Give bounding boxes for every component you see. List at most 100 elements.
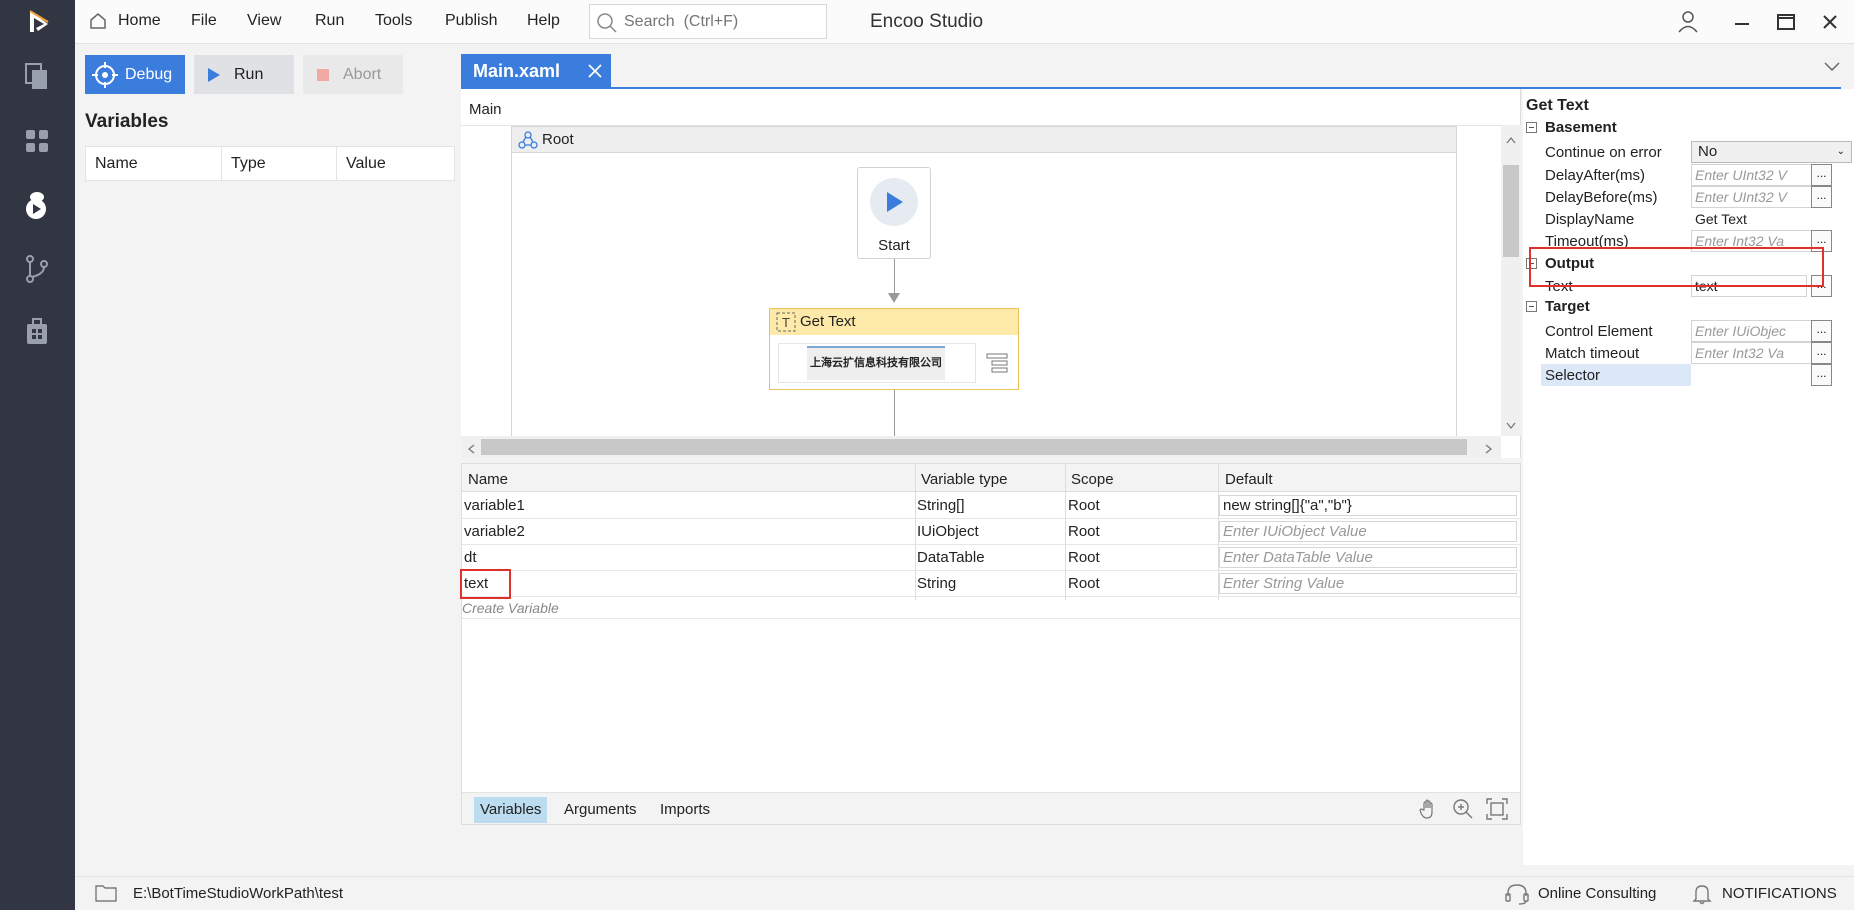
prop-selector-value[interactable]: ...: [1691, 364, 1852, 386]
delay-before-input[interactable]: Enter UInt32 V: [1691, 186, 1830, 208]
table-row[interactable]: variable2 IUiObject Root Enter IUiObject…: [462, 519, 1520, 545]
vertical-scrollbar[interactable]: [1501, 125, 1521, 436]
get-text-activity-header[interactable]: T Get Text: [770, 309, 1018, 335]
abort-button[interactable]: Abort: [303, 55, 403, 94]
ellipsis-button[interactable]: ...: [1811, 364, 1832, 386]
var-default-input[interactable]: Enter DataTable Value: [1219, 547, 1517, 568]
files-icon[interactable]: [18, 58, 56, 96]
notifications-link[interactable]: NOTIFICATIONS: [1722, 885, 1837, 902]
minimize-icon[interactable]: [1728, 9, 1756, 35]
version-control-icon[interactable]: [18, 250, 56, 288]
var-name[interactable]: variable1: [464, 497, 525, 514]
pan-hand-icon[interactable]: [1418, 798, 1440, 824]
var-name[interactable]: dt: [464, 549, 477, 566]
activity-menu-icon[interactable]: [986, 353, 1008, 377]
debug-run-icon[interactable]: [18, 186, 56, 224]
maximize-icon[interactable]: [1772, 9, 1800, 35]
prop-delay-before[interactable]: DelayBefore(ms) Enter UInt32 V ...: [1541, 186, 1852, 208]
var-scope[interactable]: Root: [1068, 549, 1100, 566]
category-target[interactable]: Target: [1526, 298, 1590, 315]
menu-run[interactable]: Run: [315, 12, 344, 30]
tab-imports[interactable]: Imports: [654, 797, 716, 823]
components-icon[interactable]: [18, 122, 56, 160]
ellipsis-button[interactable]: ...: [1811, 186, 1832, 208]
match-timeout-input[interactable]: Enter Int32 Va: [1691, 342, 1830, 364]
create-variable[interactable]: Create Variable: [462, 600, 559, 616]
col-default[interactable]: Default: [1225, 471, 1273, 488]
fit-screen-icon[interactable]: [1486, 798, 1508, 824]
var-scope[interactable]: Root: [1068, 523, 1100, 540]
control-element-input[interactable]: Enter IUiObjec: [1691, 320, 1830, 342]
table-row[interactable]: variable1 String[] Root new string[]{"a"…: [462, 493, 1520, 519]
var-default-input[interactable]: Enter IUiObject Value: [1219, 521, 1517, 542]
scroll-left-icon[interactable]: [467, 441, 475, 458]
ellipsis-button[interactable]: ...: [1811, 342, 1832, 364]
menu-file[interactable]: File: [191, 12, 217, 30]
var-name[interactable]: variable2: [464, 523, 525, 540]
display-name-input[interactable]: Get Text: [1691, 208, 1851, 230]
col-scope[interactable]: Scope: [1071, 471, 1114, 488]
collapse-icon[interactable]: [1526, 301, 1537, 312]
category-basement[interactable]: Basement: [1526, 119, 1617, 136]
run-button[interactable]: Run: [194, 55, 294, 94]
root-sequence[interactable]: Root Start T Get Text 上海云扩信息科技有限公司: [511, 126, 1457, 438]
var-type[interactable]: DataTable: [917, 549, 985, 566]
menu-tools[interactable]: Tools: [375, 12, 412, 30]
scroll-right-icon[interactable]: [1485, 441, 1493, 458]
root-sequence-header[interactable]: Root: [512, 127, 1456, 153]
scroll-thumb[interactable]: [1503, 165, 1519, 257]
close-tab-icon[interactable]: [585, 61, 605, 85]
bell-icon[interactable]: [1692, 883, 1712, 909]
close-window-icon[interactable]: [1816, 9, 1844, 35]
ellipsis-button[interactable]: ...: [1811, 164, 1832, 186]
get-text-activity[interactable]: T Get Text 上海云扩信息科技有限公司: [769, 308, 1019, 390]
ellipsis-button[interactable]: ...: [1811, 320, 1832, 342]
tab-arguments[interactable]: Arguments: [558, 797, 643, 823]
prop-continue-on-error[interactable]: Continue on error No ⌄: [1541, 141, 1852, 163]
headset-icon[interactable]: [1505, 883, 1529, 909]
collapse-icon[interactable]: [1526, 122, 1537, 133]
tab-main-xaml[interactable]: Main.xaml: [461, 54, 611, 89]
menu-publish[interactable]: Publish: [445, 12, 497, 30]
menu-home[interactable]: Home: [118, 12, 161, 30]
package-icon[interactable]: [18, 312, 56, 350]
var-scope[interactable]: Root: [1068, 497, 1100, 514]
start-node[interactable]: Start: [857, 167, 931, 259]
table-row[interactable]: text String Root Enter String Value: [462, 571, 1520, 597]
search-box[interactable]: [589, 4, 827, 39]
tab-variables[interactable]: Variables: [474, 797, 548, 823]
selector-input[interactable]: [1691, 364, 1811, 386]
target-preview[interactable]: 上海云扩信息科技有限公司: [778, 343, 976, 383]
continue-on-error-select[interactable]: No ⌄: [1691, 141, 1852, 163]
home-icon[interactable]: [89, 12, 107, 34]
online-consulting-link[interactable]: Online Consulting: [1538, 885, 1656, 902]
scroll-thumb[interactable]: [481, 439, 1467, 455]
search-input[interactable]: [624, 10, 820, 34]
prop-selector[interactable]: Selector: [1541, 364, 1691, 386]
user-icon[interactable]: [1674, 9, 1702, 35]
var-type[interactable]: String: [917, 575, 956, 592]
chevron-down-icon[interactable]: [1823, 59, 1841, 76]
menu-help[interactable]: Help: [527, 12, 560, 30]
prop-delay-after[interactable]: DelayAfter(ms) Enter UInt32 V ...: [1541, 164, 1852, 186]
col-name[interactable]: Name: [468, 471, 508, 488]
zoom-in-icon[interactable]: [1452, 798, 1474, 824]
breadcrumb[interactable]: Main: [469, 101, 502, 118]
scroll-up-icon[interactable]: [1506, 131, 1516, 148]
col-variable-type[interactable]: Variable type: [921, 471, 1007, 488]
var-type[interactable]: String[]: [917, 497, 965, 514]
menu-view[interactable]: View: [247, 12, 281, 30]
debug-button[interactable]: Debug: [85, 55, 185, 94]
delay-after-input[interactable]: Enter UInt32 V: [1691, 164, 1830, 186]
var-scope[interactable]: Root: [1068, 575, 1100, 592]
horizontal-scrollbar[interactable]: [461, 436, 1501, 458]
prop-control-element[interactable]: Control Element Enter IUiObjec ...: [1541, 320, 1852, 342]
prop-match-timeout[interactable]: Match timeout Enter Int32 Va ...: [1541, 342, 1852, 364]
designer-canvas[interactable]: Root Start T Get Text 上海云扩信息科技有限公司: [461, 125, 1501, 438]
var-type[interactable]: IUiObject: [917, 523, 979, 540]
var-default-input[interactable]: new string[]{"a","b"}: [1219, 495, 1517, 516]
prop-display-name[interactable]: DisplayName Get Text: [1541, 208, 1852, 230]
table-row[interactable]: dt DataTable Root Enter DataTable Value: [462, 545, 1520, 571]
var-default-input[interactable]: Enter String Value: [1219, 573, 1517, 594]
scroll-down-icon[interactable]: [1506, 417, 1516, 434]
